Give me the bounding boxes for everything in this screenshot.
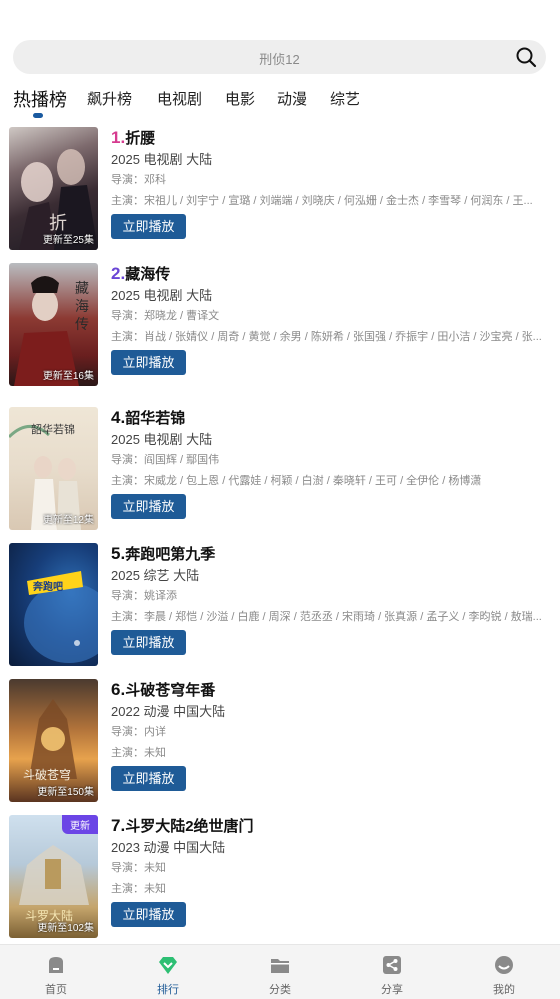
profile-icon [495, 956, 513, 974]
rank-icon [159, 957, 177, 974]
svg-text:奔跑吧: 奔跑吧 [32, 580, 63, 593]
item-title[interactable]: 1.折腰 [111, 127, 556, 149]
poster[interactable]: 斗破苍穹 更新至150集 [9, 679, 98, 802]
tab-tv[interactable]: 电视剧 [157, 88, 202, 109]
play-button[interactable]: 立即播放 [111, 214, 186, 239]
item-director: 导演：郑晓龙 / 曹译文 [111, 310, 220, 322]
update-status: 更新至25集 [42, 235, 94, 246]
folder-icon [271, 959, 289, 973]
item-cast: 主演：肖战 / 张婧仪 / 周奇 / 黄觉 / 余男 / 陈妍希 / 张国强 /… [111, 331, 542, 343]
rank-number: 5. [111, 544, 126, 563]
tab-hot[interactable]: 热播榜 [13, 86, 67, 112]
rank-number: 2. [111, 264, 126, 283]
play-button[interactable]: 立即播放 [111, 350, 186, 375]
item-meta: 2025 电视剧 大陆 [111, 432, 213, 447]
item-meta: 2025 电视剧 大陆 [111, 288, 213, 303]
poster[interactable]: 藏 海 传 更新至16集 [9, 263, 98, 386]
search-placeholder: 刑侦12 [259, 52, 300, 67]
svg-text:韶华若锦: 韶华若锦 [31, 422, 75, 436]
nav-category[interactable]: 分类 [224, 945, 336, 999]
item-meta: 2025 电视剧 大陆 [111, 152, 213, 167]
item-meta: 2023 动漫 中国大陆 [111, 840, 226, 855]
item-title[interactable]: 7.斗罗大陆2绝世唐门 [111, 815, 556, 837]
search-bar[interactable]: 刑侦12 [13, 40, 546, 74]
nav-label: 我的 [493, 984, 515, 996]
nav-rank[interactable]: 排行 [112, 945, 224, 999]
play-button[interactable]: 立即播放 [111, 630, 186, 655]
item-title[interactable]: 2.藏海传 [111, 263, 556, 285]
nav-share[interactable]: 分享 [336, 945, 448, 999]
nav-home[interactable]: 首页 [0, 945, 112, 999]
nav-label: 排行 [157, 984, 179, 996]
item-director: 导演：内详 [111, 726, 166, 738]
item-director: 导演：阎国辉 / 鄢国伟 [111, 454, 220, 466]
rank-number: 7. [111, 816, 126, 835]
list-item[interactable]: 奔跑吧 5.奔跑吧第九季 2025 综艺 大陆 导演：姚译添 主演：李晨 / 郑… [0, 543, 560, 667]
tab-movie[interactable]: 电影 [225, 88, 255, 109]
item-title[interactable]: 4.韶华若锦 [111, 407, 556, 429]
tab-variety[interactable]: 综艺 [330, 88, 360, 109]
update-status: 更新至16集 [42, 371, 94, 382]
svg-text:传: 传 [75, 317, 89, 333]
poster[interactable]: 斗罗大陆 更新 更新至102集 [9, 815, 98, 938]
update-status: 更新至150集 [37, 787, 94, 798]
poster[interactable]: 韶华若锦 更新至12集 [9, 407, 98, 530]
item-director: 导演：邓科 [111, 174, 166, 186]
list-item[interactable]: 藏 海 传 更新至16集 2.藏海传 2025 电视剧 大陆 导演：郑晓龙 / … [0, 263, 560, 387]
svg-text:海: 海 [75, 299, 89, 315]
list-item[interactable]: 折 更新至25集 1.折腰 2025 电视剧 大陆 导演：邓科 主演：宋祖儿 /… [0, 127, 560, 251]
item-cast: 主演：宋祖儿 / 刘宇宁 / 宣璐 / 刘端端 / 刘晓庆 / 何泓姗 / 金士… [111, 195, 533, 207]
rank-number: 6. [111, 680, 126, 699]
item-director: 导演：未知 [111, 862, 166, 874]
item-cast: 主演：宋威龙 / 包上恩 / 代露娃 / 柯颖 / 白澍 / 秦晓轩 / 王可 … [111, 475, 482, 487]
new-badge: 更新 [62, 815, 98, 834]
play-button[interactable]: 立即播放 [111, 494, 186, 519]
list-item[interactable]: 韶华若锦 更新至12集 4.韶华若锦 2025 电视剧 大陆 导演：阎国辉 / … [0, 407, 560, 531]
nav-label: 首页 [45, 984, 67, 996]
rank-number: 4. [111, 408, 126, 427]
item-meta: 2022 动漫 中国大陆 [111, 704, 226, 719]
tab-indicator [33, 113, 43, 118]
list-item[interactable]: 斗罗大陆 更新 更新至102集 7.斗罗大陆2绝世唐门 2023 动漫 中国大陆… [0, 815, 560, 939]
tab-rising[interactable]: 飙升榜 [87, 88, 132, 109]
item-director: 导演：姚译添 [111, 590, 177, 602]
update-status: 更新至102集 [37, 923, 94, 934]
tab-anime[interactable]: 动漫 [277, 88, 307, 109]
search-icon[interactable] [515, 46, 537, 68]
update-status: 更新至12集 [42, 515, 94, 526]
bottom-nav: 首页 排行 分类 分享 我的 [0, 944, 560, 999]
rank-number: 1. [111, 128, 126, 147]
share-icon [383, 956, 401, 974]
item-cast: 主演：未知 [111, 883, 166, 895]
item-meta: 2025 综艺 大陆 [111, 568, 200, 583]
item-title[interactable]: 6.斗破苍穹年番 [111, 679, 556, 701]
nav-profile[interactable]: 我的 [448, 945, 560, 999]
play-button[interactable]: 立即播放 [111, 902, 186, 927]
category-tabs: 热播榜 飙升榜 电视剧 电影 动漫 综艺 [0, 84, 560, 124]
svg-text:斗破苍穹: 斗破苍穹 [23, 767, 71, 782]
nav-label: 分享 [381, 984, 403, 996]
item-title[interactable]: 5.奔跑吧第九季 [111, 543, 556, 565]
poster[interactable]: 折 更新至25集 [9, 127, 98, 250]
poster[interactable]: 奔跑吧 [9, 543, 98, 666]
svg-text:藏: 藏 [75, 281, 89, 297]
nav-label: 分类 [269, 984, 291, 996]
list-item[interactable]: 斗破苍穹 更新至150集 6.斗破苍穹年番 2022 动漫 中国大陆 导演：内详… [0, 679, 560, 803]
home-icon [49, 957, 63, 973]
item-cast: 主演：未知 [111, 747, 166, 759]
play-button[interactable]: 立即播放 [111, 766, 186, 791]
item-cast: 主演：李晨 / 郑恺 / 沙溢 / 白鹿 / 周深 / 范丞丞 / 宋雨琦 / … [111, 611, 542, 623]
